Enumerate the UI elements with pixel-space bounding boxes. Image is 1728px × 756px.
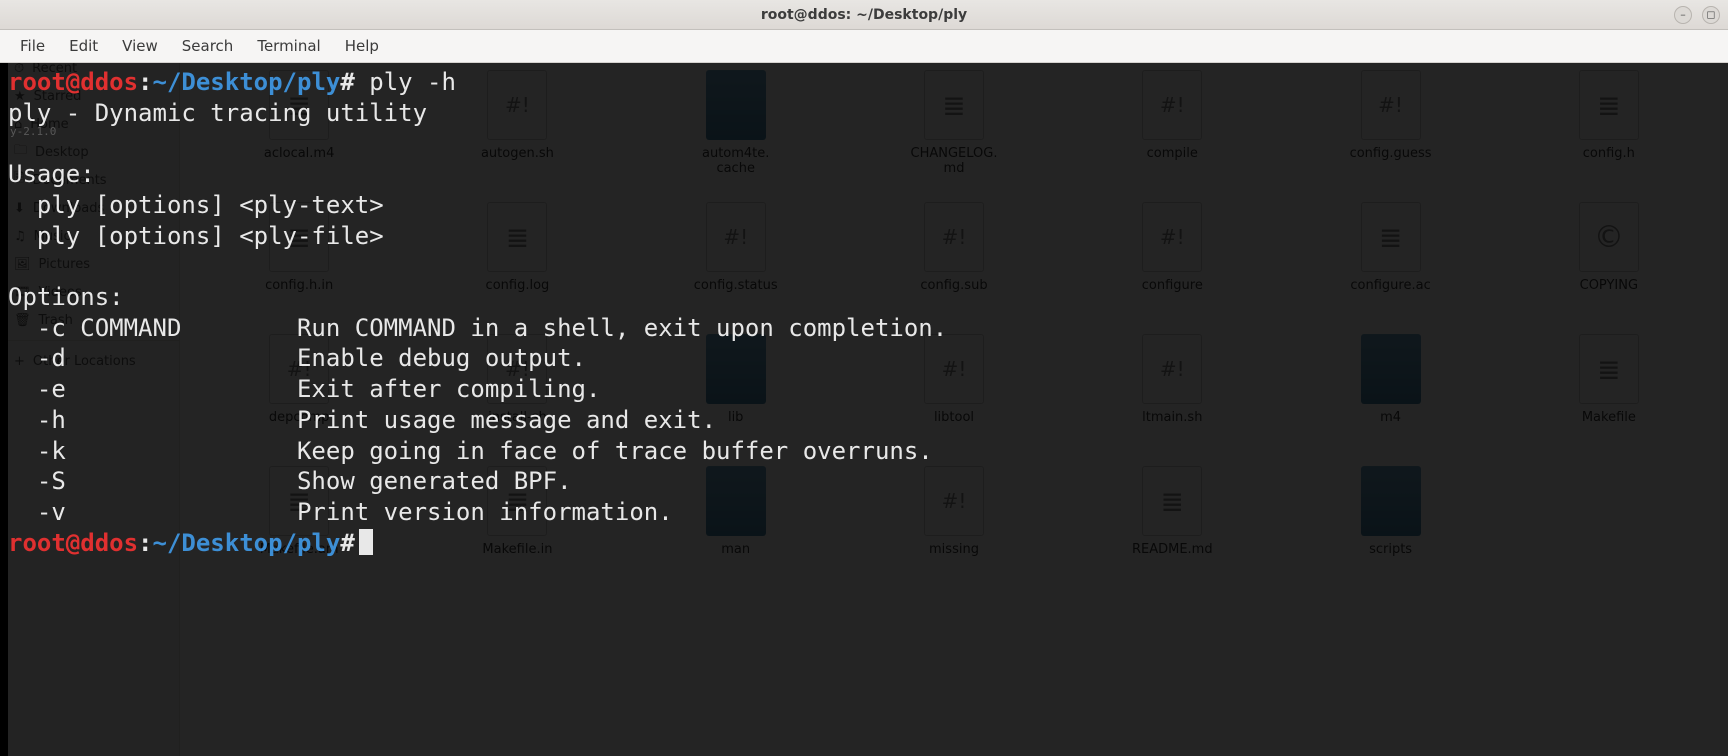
prompt-user: root — [8, 68, 66, 96]
menu-terminal[interactable]: Terminal — [247, 33, 330, 59]
prompt-path: ~/Desktop/ply — [153, 68, 341, 96]
menu-edit[interactable]: Edit — [59, 33, 108, 59]
menu-search[interactable]: Search — [172, 33, 244, 59]
menu-view[interactable]: View — [112, 33, 168, 59]
options-header: Options: — [8, 282, 1720, 313]
cursor — [359, 529, 373, 555]
usage-lines: ply [options] <ply-text> ply [options] <… — [8, 190, 1720, 251]
prompt-host: ddos — [80, 68, 138, 96]
command-text: ply -h — [355, 68, 456, 96]
output-title: ply - Dynamic tracing utility — [8, 98, 1720, 129]
usage-header: Usage: — [8, 159, 1720, 190]
window-title: root@ddos: ~/Desktop/ply — [0, 7, 1728, 23]
terminal-window: root@ddos: ~/Desktop/ply – ◻ FileEditVie… — [0, 0, 1728, 571]
terminal-body[interactable]: root@ddos:~/Desktop/ply# ply -h ply - Dy… — [0, 63, 1728, 571]
terminal-menubar: FileEditViewSearchTerminalHelp — [0, 30, 1728, 63]
minimize-button[interactable]: – — [1674, 6, 1692, 24]
prompt-line: root@ddos:~/Desktop/ply# ply -h — [8, 67, 1720, 98]
menu-help[interactable]: Help — [335, 33, 389, 59]
options-lines: -c COMMAND Run COMMAND in a shell, exit … — [8, 313, 1720, 528]
menu-file[interactable]: File — [10, 33, 55, 59]
maximize-button[interactable]: ◻ — [1702, 6, 1720, 24]
prompt-line-cursor: root@ddos:~/Desktop/ply# — [8, 528, 1720, 559]
terminal-titlebar: root@ddos: ~/Desktop/ply – ◻ — [0, 0, 1728, 30]
